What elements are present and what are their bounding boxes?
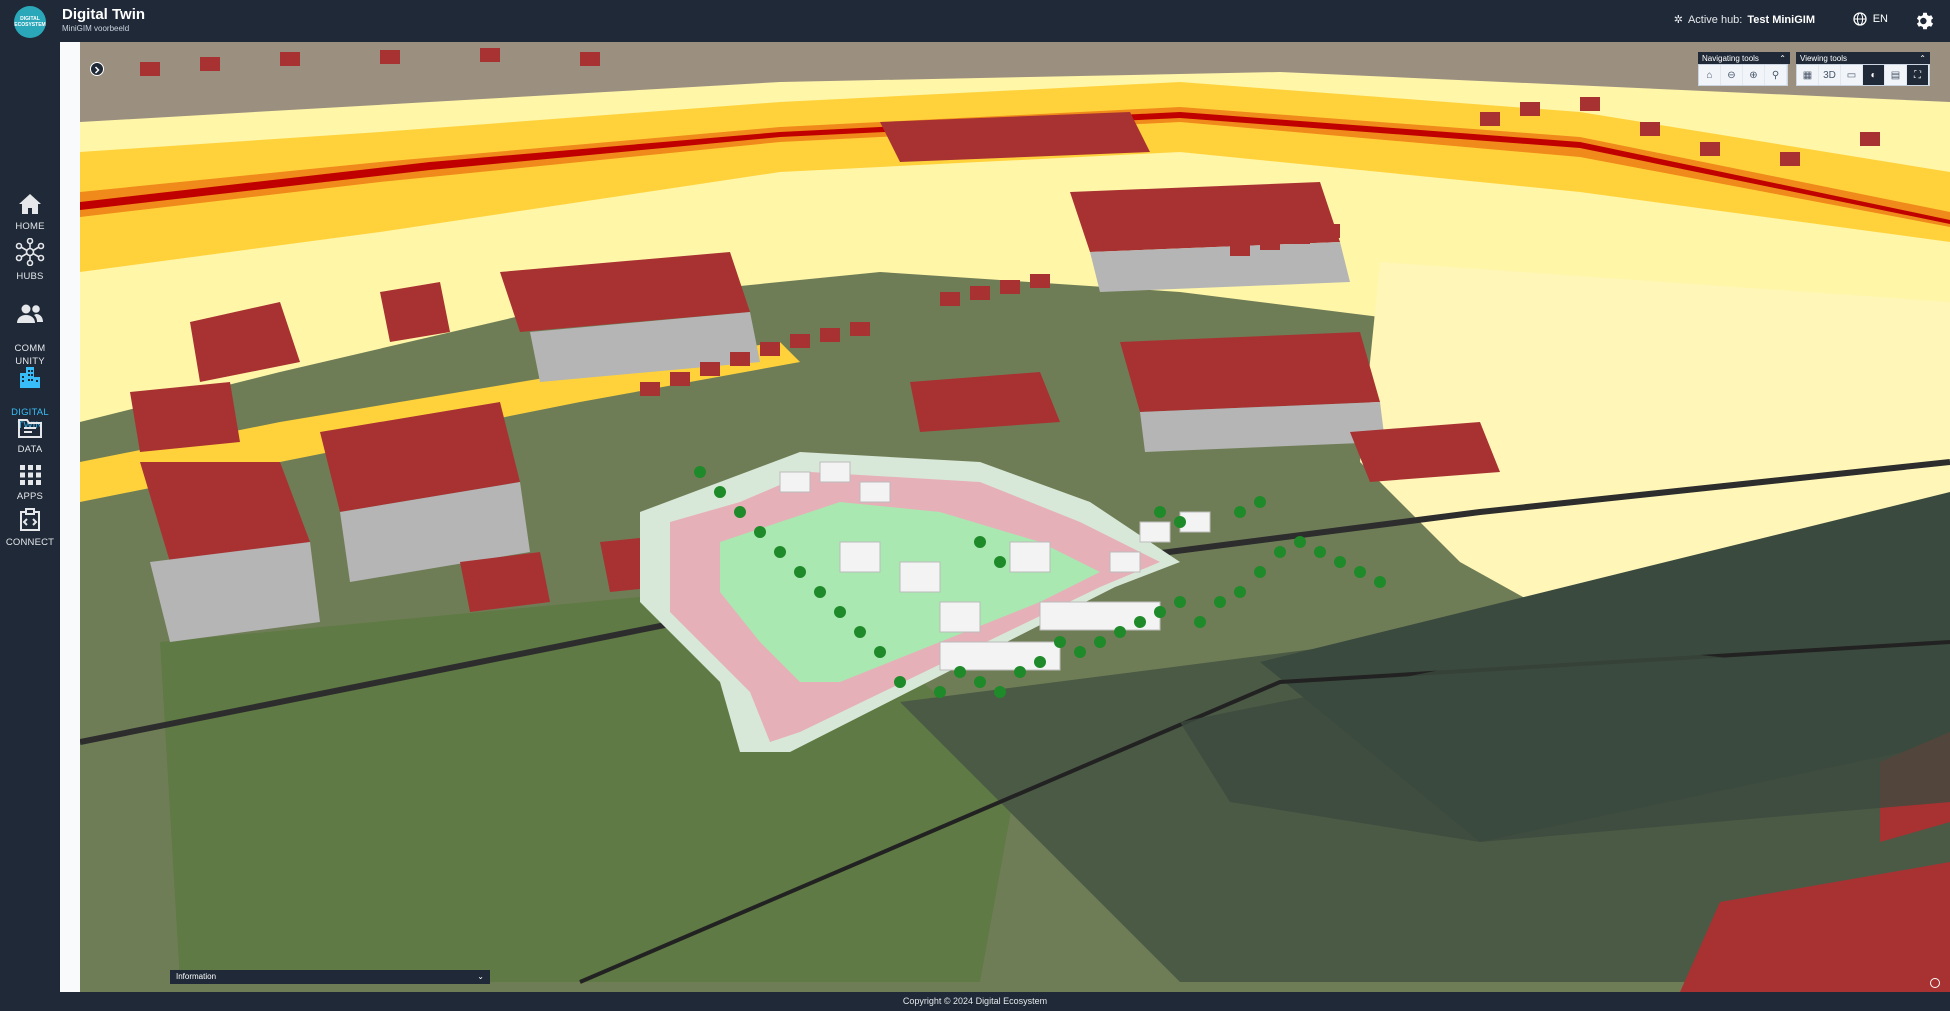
language-label: EN (1872, 13, 1888, 25)
viewing-tools-label: Viewing tools (1800, 54, 1847, 63)
ruler-icon: ▭ (1846, 69, 1857, 81)
home-icon (19, 194, 41, 214)
top-bar: DIGITAL ECOSYSTEM Digital Twin MiniGIM v… (0, 0, 1950, 42)
navigating-toolbar: ⌂ ⊖ ⊕ ⚲ (1698, 64, 1788, 86)
3d-label: 3D (1823, 69, 1836, 81)
contrast-icon: ◐ (1870, 69, 1877, 81)
settings-gear-icon[interactable] (1914, 10, 1936, 32)
hubs-icon (15, 238, 45, 266)
search-button[interactable]: ⚲ (1765, 65, 1787, 85)
measure-button[interactable]: ▭ (1841, 65, 1863, 85)
map-scene[interactable] (80, 42, 1950, 992)
information-label: Information (176, 972, 217, 981)
collapse-panel-button[interactable] (90, 62, 104, 76)
active-hub-name: Test MiniGIM (1747, 13, 1815, 26)
fullscreen-button[interactable]: ⛶ (1907, 65, 1929, 85)
folder-icon (18, 419, 42, 438)
sidebar-item-home[interactable]: HOME (0, 192, 60, 233)
fullscreen-icon: ⛶ (1914, 69, 1921, 81)
grid-icon (20, 465, 41, 485)
viewing-tools-header[interactable]: Viewing tools ⌃ (1796, 52, 1930, 64)
sidebar: HOME HUBS COMM UNITY DIGITAL TWIN DATA A… (0, 42, 60, 993)
language-selector[interactable]: EN (1853, 12, 1888, 26)
sidebar-item-data[interactable]: DATA (0, 417, 60, 456)
calculator-icon: ▤ (1890, 69, 1901, 81)
map-icon: ▦ (1802, 69, 1813, 81)
community-icon (17, 304, 43, 323)
collapse-icon[interactable]: ⌃ (1779, 54, 1786, 63)
active-hub[interactable]: ✲ Active hub: Test MiniGIM (1673, 13, 1815, 27)
star-icon: ✲ (1673, 14, 1683, 26)
sidebar-item-label: APPS (16, 491, 44, 502)
navigating-tools-label: Navigating tools (1702, 54, 1759, 63)
sidebar-item-connect[interactable]: CONNECT (0, 508, 60, 549)
home-view-button[interactable]: ⌂ (1699, 65, 1721, 85)
globe-icon (1853, 12, 1867, 26)
connect-icon (20, 508, 40, 531)
navigating-tools-header[interactable]: Navigating tools ⌃ (1698, 52, 1790, 64)
map-view-button[interactable]: ▦ (1797, 65, 1819, 85)
sidebar-item-label: HOME (15, 221, 45, 232)
3d-map-viewport[interactable]: Navigating tools ⌃ ⌂ ⊖ ⊕ ⚲ Viewing tools… (60, 42, 1950, 992)
footer: Copyright © 2024 Digital Ecosystem (0, 992, 1950, 1011)
contrast-button[interactable]: ◐ (1863, 65, 1885, 85)
search-icon: ⚲ (1771, 69, 1780, 81)
sidebar-item-label: DATA (17, 444, 43, 455)
sidebar-item-hubs[interactable]: HUBS (0, 238, 60, 283)
app-subtitle: MiniGIM voorbeeld (62, 24, 130, 33)
app-logo[interactable]: DIGITAL ECOSYSTEM (14, 6, 46, 38)
app-title: Digital Twin (62, 6, 146, 23)
zoom-out-icon: ⊖ (1727, 69, 1736, 81)
sidebar-item-label: CONNECT (5, 537, 55, 548)
sidebar-item-label: HUBS (16, 271, 44, 282)
chevron-right-icon (94, 66, 100, 74)
3d-view-button[interactable]: 3D (1819, 65, 1841, 85)
zoom-in-icon: ⊕ (1749, 69, 1758, 81)
viewing-toolbar: ▦ 3D ▭ ◐ ▤ ⛶ (1796, 64, 1930, 86)
building-icon (20, 367, 40, 388)
copyright-text: Copyright © 2024 Digital Ecosystem (902, 996, 1048, 1006)
info-icon[interactable] (1930, 978, 1940, 988)
home-icon: ⌂ (1706, 69, 1713, 81)
information-panel[interactable]: Information ⌄ (170, 970, 490, 984)
zoom-in-button[interactable]: ⊕ (1743, 65, 1765, 85)
collapse-icon[interactable]: ⌃ (1919, 54, 1926, 63)
chevron-down-icon: ⌄ (477, 972, 484, 981)
zoom-out-button[interactable]: ⊖ (1721, 65, 1743, 85)
sidebar-item-apps[interactable]: APPS (0, 464, 60, 503)
active-hub-label: Active hub: (1687, 13, 1743, 26)
calculator-button[interactable]: ▤ (1885, 65, 1907, 85)
